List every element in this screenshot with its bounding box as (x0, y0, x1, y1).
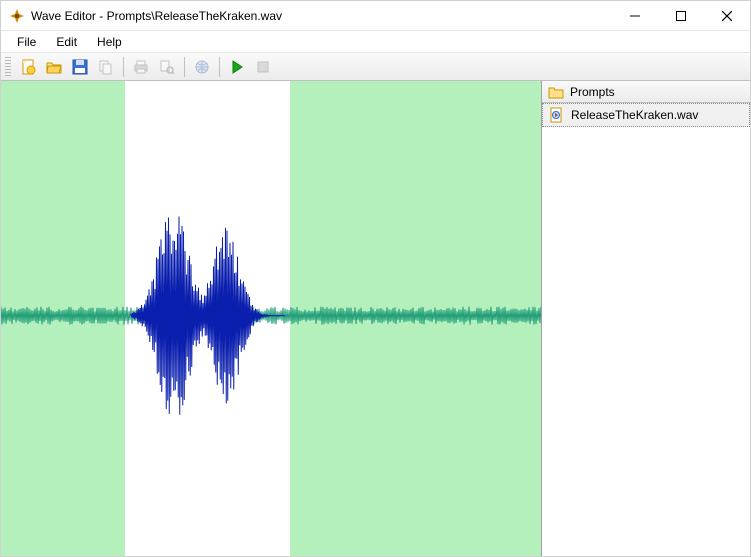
file-row[interactable]: ReleaseTheKraken.wav (542, 103, 750, 127)
maximize-icon (676, 11, 686, 21)
stop-button[interactable] (251, 55, 275, 79)
waveform-panel[interactable] (1, 81, 542, 556)
app-icon (9, 8, 25, 24)
stop-icon (255, 59, 271, 75)
minimize-icon (630, 11, 640, 21)
save-button[interactable] (68, 55, 92, 79)
file-panel-header: Prompts (542, 81, 750, 103)
toolbar-grip (5, 57, 11, 77)
maximize-button[interactable] (658, 1, 704, 30)
audio-file-icon (549, 107, 565, 123)
copy-button[interactable] (94, 55, 118, 79)
printer-icon (133, 59, 149, 75)
toolbar-separator-2 (184, 57, 185, 77)
close-icon (722, 11, 732, 21)
waveform-svg (1, 81, 541, 556)
new-file-button[interactable] (16, 55, 40, 79)
play-icon (229, 59, 245, 75)
copy-icon (98, 59, 114, 75)
toolbar-separator-3 (219, 57, 220, 77)
file-name: ReleaseTheKraken.wav (571, 108, 698, 122)
menu-bar: File Edit Help (1, 31, 750, 53)
floppy-icon (72, 59, 88, 75)
content-area: Prompts ReleaseTheKraken.wav (1, 81, 750, 556)
title-bar: Wave Editor - Prompts\ReleaseTheKraken.w… (1, 1, 750, 31)
toolbar-separator (123, 57, 124, 77)
preview-icon (159, 59, 175, 75)
print-button[interactable] (129, 55, 153, 79)
globe-icon (194, 59, 210, 75)
toolbar (1, 53, 750, 81)
info-button[interactable] (190, 55, 214, 79)
folder-open-icon (46, 59, 62, 75)
preview-button[interactable] (155, 55, 179, 79)
menu-file[interactable]: File (7, 33, 46, 51)
new-file-icon (20, 59, 36, 75)
close-button[interactable] (704, 1, 750, 30)
window-controls (612, 1, 750, 30)
file-panel: Prompts ReleaseTheKraken.wav (542, 81, 750, 556)
menu-edit[interactable]: Edit (46, 33, 87, 51)
play-button[interactable] (225, 55, 249, 79)
open-button[interactable] (42, 55, 66, 79)
window-title: Wave Editor - Prompts\ReleaseTheKraken.w… (31, 9, 612, 23)
folder-name: Prompts (570, 85, 615, 99)
menu-help[interactable]: Help (87, 33, 132, 51)
folder-icon (548, 84, 564, 100)
minimize-button[interactable] (612, 1, 658, 30)
